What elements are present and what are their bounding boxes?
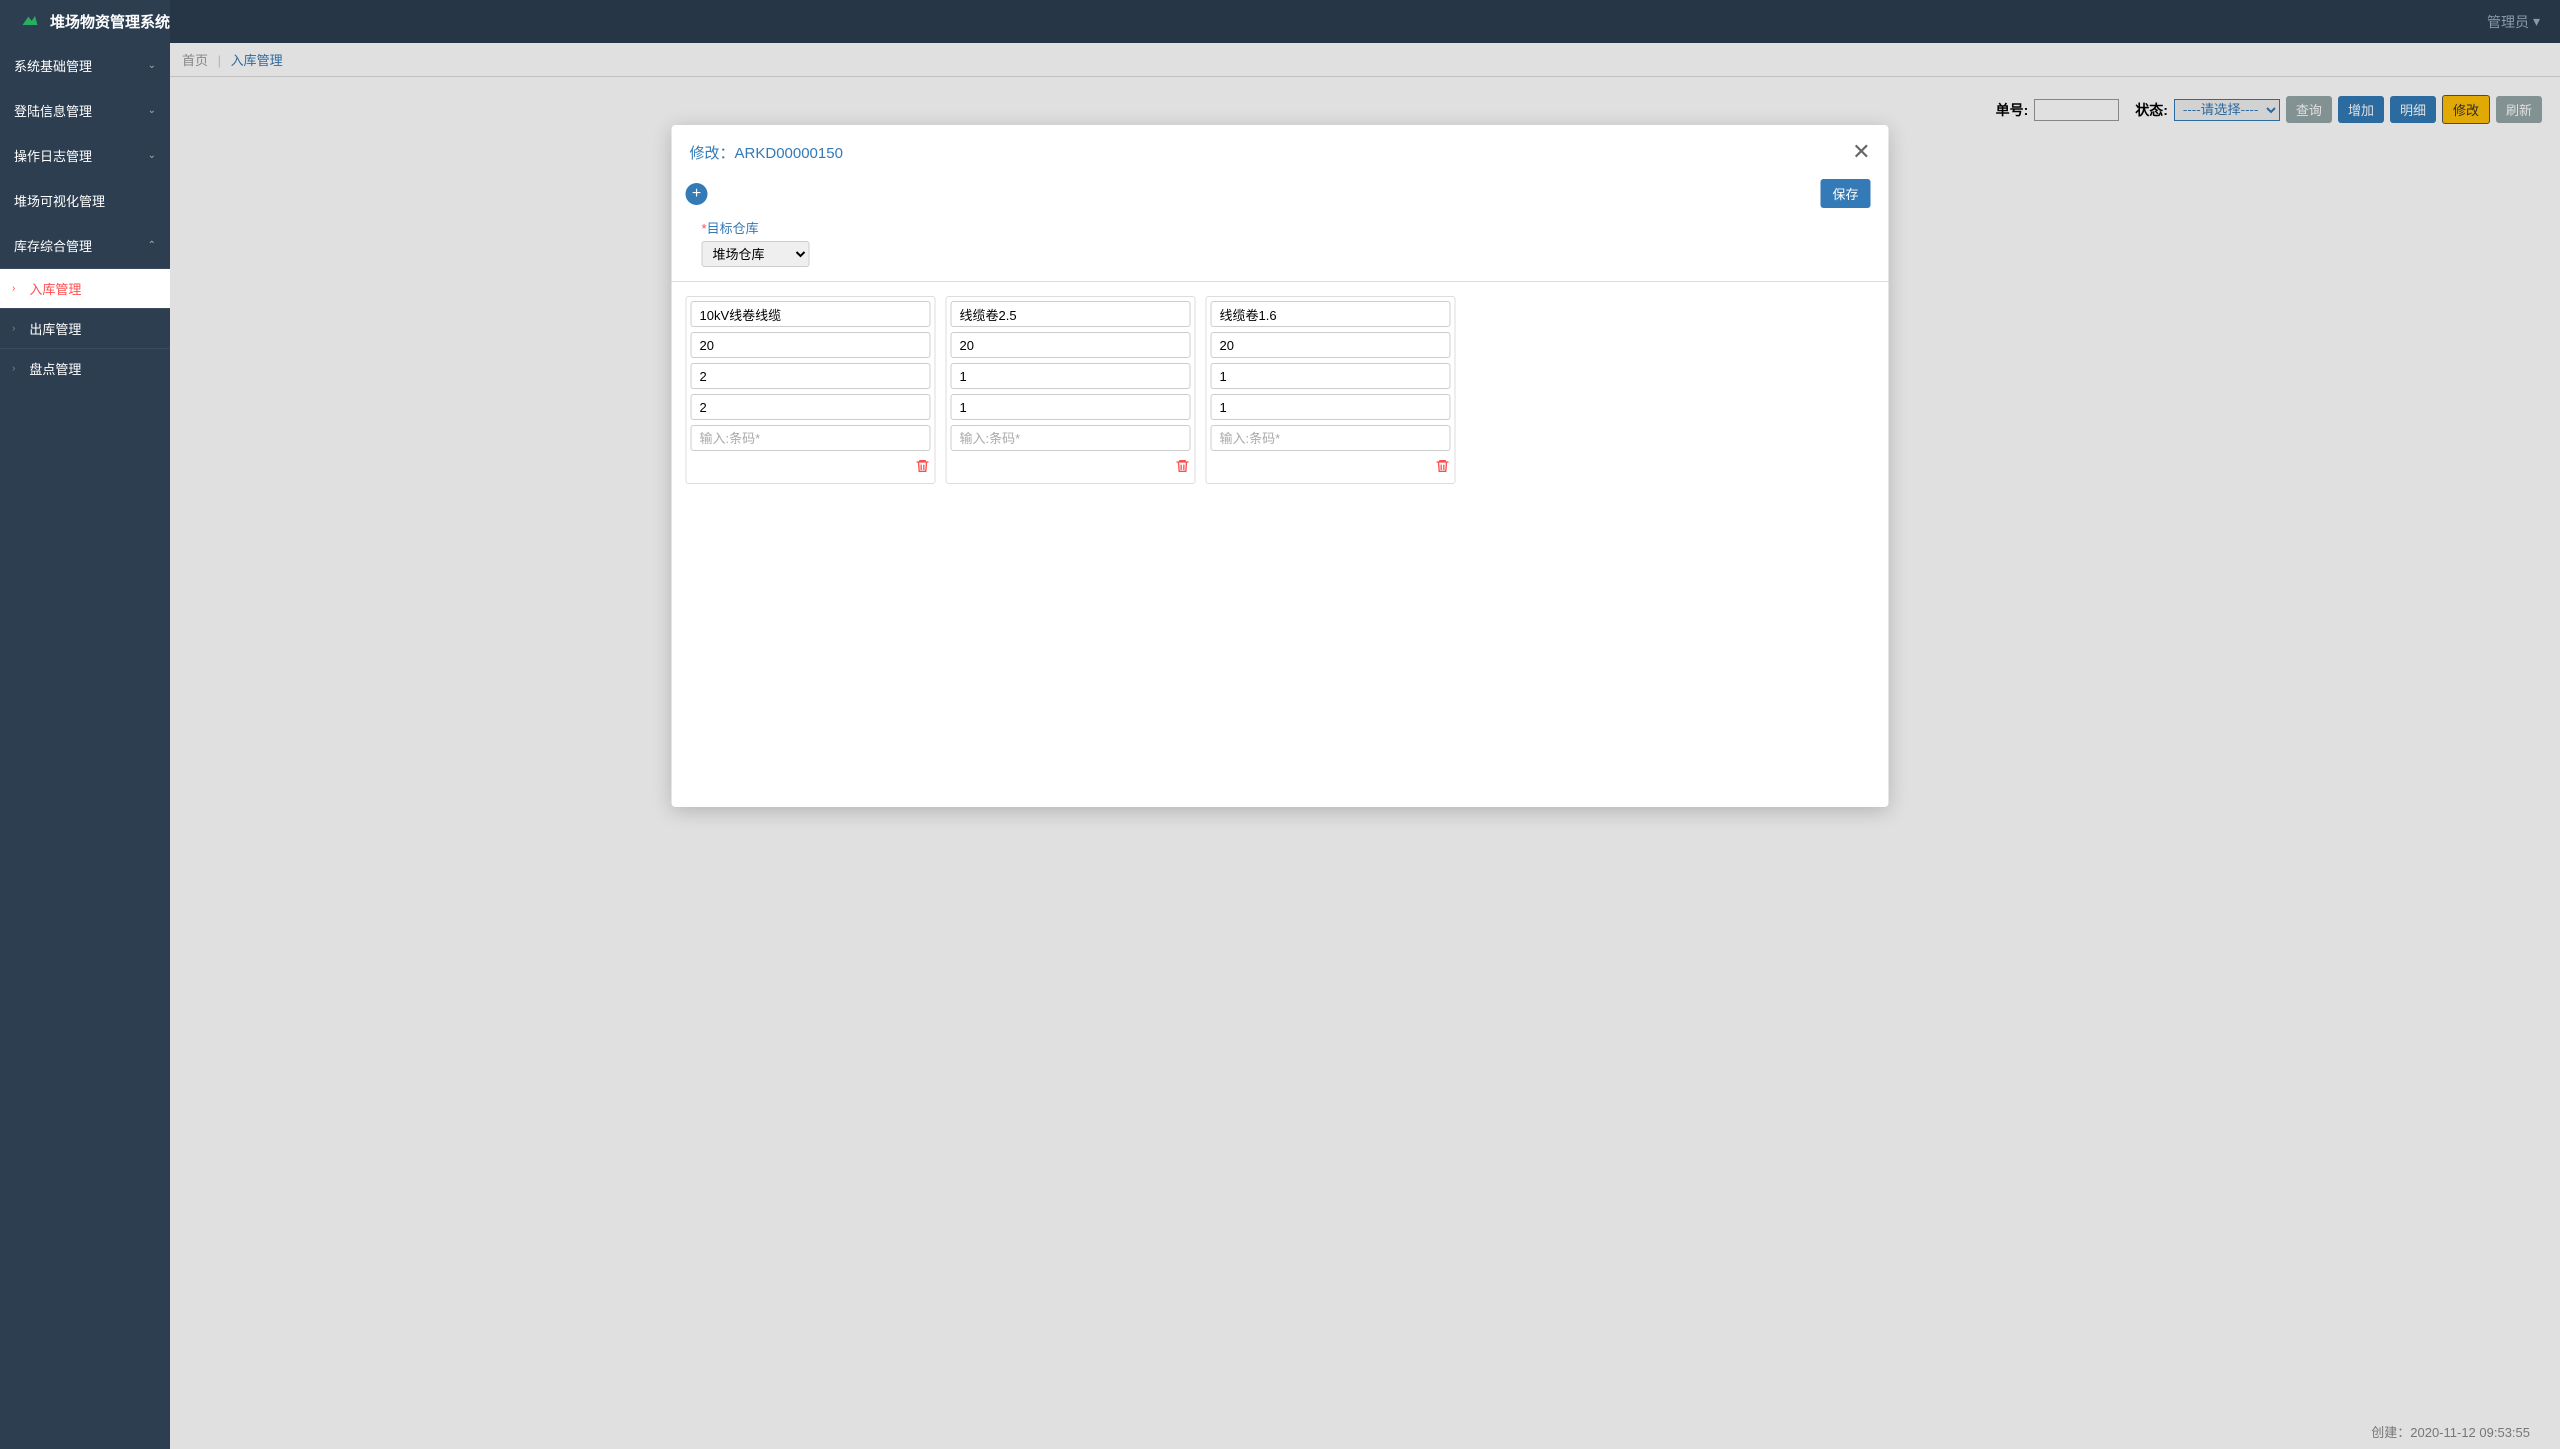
sidebar: 系统基础管理 ⌄ 登陆信息管理 ⌄ 操作日志管理 ⌄ 堆场可视化管理 库存综合管… [0, 43, 170, 1449]
modal-header: 修改：ARKD00000150 ✕ [672, 125, 1889, 179]
item-field2-input[interactable] [691, 332, 931, 358]
save-button[interactable]: 保存 [1820, 179, 1870, 208]
menu-inventory[interactable]: 库存综合管理 ⌃ [0, 223, 170, 268]
item-field4-input[interactable] [951, 394, 1191, 420]
item-card [946, 296, 1196, 484]
menu-label: 堆场可视化管理 [14, 191, 105, 210]
menu-system-basic[interactable]: 系统基础管理 ⌄ [0, 43, 170, 88]
target-label-text: 目标仓库 [707, 221, 759, 236]
chevron-right-icon: › [12, 323, 15, 334]
target-warehouse-label: *目标仓库 [702, 218, 1871, 237]
target-warehouse-section: *目标仓库 堆场仓库 [672, 216, 1889, 282]
chevron-down-icon: ⌄ [148, 60, 156, 71]
warehouse-select[interactable]: 堆场仓库 [702, 241, 810, 267]
app-title: 堆场物资管理系统 [50, 11, 170, 32]
trash-icon[interactable] [1435, 458, 1451, 477]
modal-subbar: + 保存 [672, 179, 1889, 216]
close-icon[interactable]: ✕ [1852, 139, 1870, 165]
submenu-stocktake[interactable]: › 盘点管理 [0, 348, 170, 388]
cards-container [672, 282, 1889, 498]
item-name-input[interactable] [691, 301, 931, 327]
submenu-inventory: › 入库管理 › 出库管理 › 盘点管理 [0, 268, 170, 388]
submenu-label: 入库管理 [29, 279, 81, 298]
item-field2-input[interactable] [951, 332, 1191, 358]
item-name-input[interactable] [951, 301, 1191, 327]
submenu-label: 盘点管理 [29, 359, 81, 378]
item-field3-input[interactable] [1211, 363, 1451, 389]
barcode-input[interactable] [691, 425, 931, 451]
item-field3-input[interactable] [951, 363, 1191, 389]
submenu-inbound[interactable]: › 入库管理 [0, 268, 170, 308]
modal-title-prefix: 修改： [690, 145, 735, 162]
add-card-button[interactable]: + [686, 183, 708, 205]
item-name-input[interactable] [1211, 301, 1451, 327]
menu-login-info[interactable]: 登陆信息管理 ⌄ [0, 88, 170, 133]
menu-label: 库存综合管理 [14, 236, 92, 255]
barcode-input[interactable] [951, 425, 1191, 451]
submenu-outbound[interactable]: › 出库管理 [0, 308, 170, 348]
submenu-label: 出库管理 [29, 319, 81, 338]
item-field2-input[interactable] [1211, 332, 1451, 358]
item-field4-input[interactable] [1211, 394, 1451, 420]
menu-label: 系统基础管理 [14, 56, 92, 75]
edit-modal: 修改：ARKD00000150 ✕ + 保存 *目标仓库 堆场仓库 [672, 125, 1889, 807]
trash-icon[interactable] [915, 458, 931, 477]
item-card [686, 296, 936, 484]
chevron-right-icon: › [12, 363, 15, 374]
item-field4-input[interactable] [691, 394, 931, 420]
modal-title: 修改：ARKD00000150 [690, 142, 843, 163]
menu-yard-visual[interactable]: 堆场可视化管理 [0, 178, 170, 223]
chevron-right-icon: › [12, 283, 15, 294]
item-card [1206, 296, 1456, 484]
trash-icon[interactable] [1175, 458, 1191, 477]
chevron-down-icon: ⌄ [148, 105, 156, 116]
menu-label: 登陆信息管理 [14, 101, 92, 120]
chevron-down-icon: ⌄ [148, 150, 156, 161]
barcode-input[interactable] [1211, 425, 1451, 451]
menu-label: 操作日志管理 [14, 146, 92, 165]
chevron-up-icon: ⌃ [148, 240, 156, 251]
modal-order-no: ARKD00000150 [735, 145, 843, 162]
logo-icon [20, 10, 40, 33]
item-field3-input[interactable] [691, 363, 931, 389]
menu-operation-log[interactable]: 操作日志管理 ⌄ [0, 133, 170, 178]
